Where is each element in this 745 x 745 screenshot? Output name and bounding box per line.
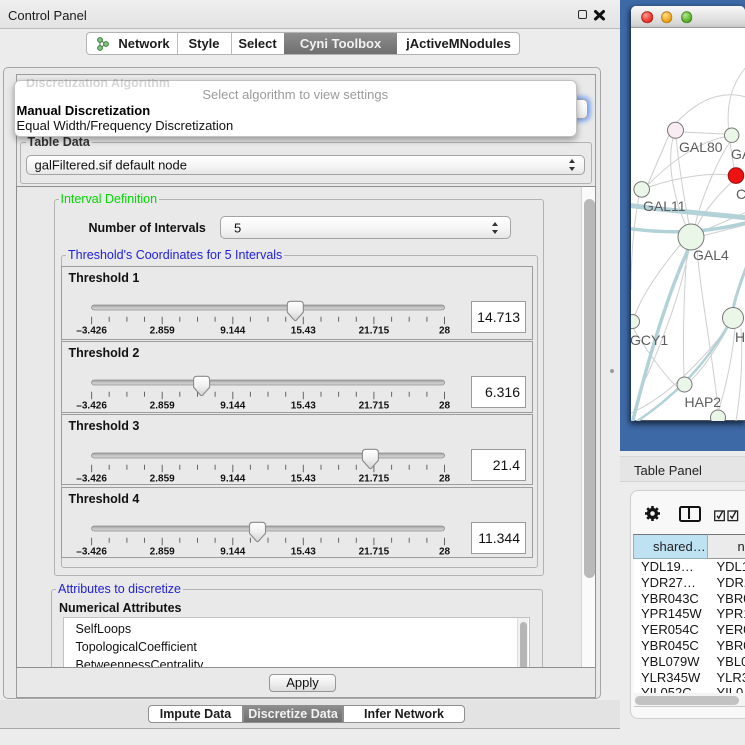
- svg-text:2.859: 2.859: [149, 474, 174, 485]
- svg-text:2.859: 2.859: [149, 401, 174, 412]
- svg-text:–3.426: –3.426: [76, 474, 107, 485]
- svg-text:9.144: 9.144: [220, 401, 245, 412]
- svg-text:2.859: 2.859: [149, 326, 174, 337]
- svg-text:21.715: 21.715: [358, 474, 389, 485]
- svg-text:28: 28: [438, 326, 450, 337]
- svg-text:2.859: 2.859: [149, 547, 174, 558]
- svg-text:GA: GA: [731, 146, 745, 162]
- svg-text:15.43: 15.43: [290, 401, 315, 412]
- svg-text:21.715: 21.715: [358, 326, 389, 337]
- svg-text:–3.426: –3.426: [76, 401, 107, 412]
- svg-text:–3.426: –3.426: [76, 326, 107, 337]
- svg-text:9.144: 9.144: [220, 474, 245, 485]
- svg-text:9.144: 9.144: [220, 326, 245, 337]
- svg-text:15.43: 15.43: [290, 547, 315, 558]
- svg-text:C: C: [736, 186, 745, 202]
- svg-text:GAL4: GAL4: [693, 247, 729, 263]
- svg-text:HAP2: HAP2: [685, 394, 722, 410]
- svg-text:–3.426: –3.426: [76, 547, 107, 558]
- svg-text:15.43: 15.43: [290, 326, 315, 337]
- svg-text:21.715: 21.715: [358, 401, 389, 412]
- svg-text:GAL11: GAL11: [643, 198, 686, 214]
- svg-text:GAL80: GAL80: [679, 139, 723, 155]
- svg-text:28: 28: [438, 401, 450, 412]
- svg-text:H: H: [735, 329, 745, 345]
- svg-text:28: 28: [438, 547, 450, 558]
- svg-text:15.43: 15.43: [290, 474, 315, 485]
- svg-text:21.715: 21.715: [358, 547, 389, 558]
- svg-text:9.144: 9.144: [220, 547, 245, 558]
- svg-text:28: 28: [438, 474, 450, 485]
- svg-text:GCY1: GCY1: [631, 332, 668, 348]
